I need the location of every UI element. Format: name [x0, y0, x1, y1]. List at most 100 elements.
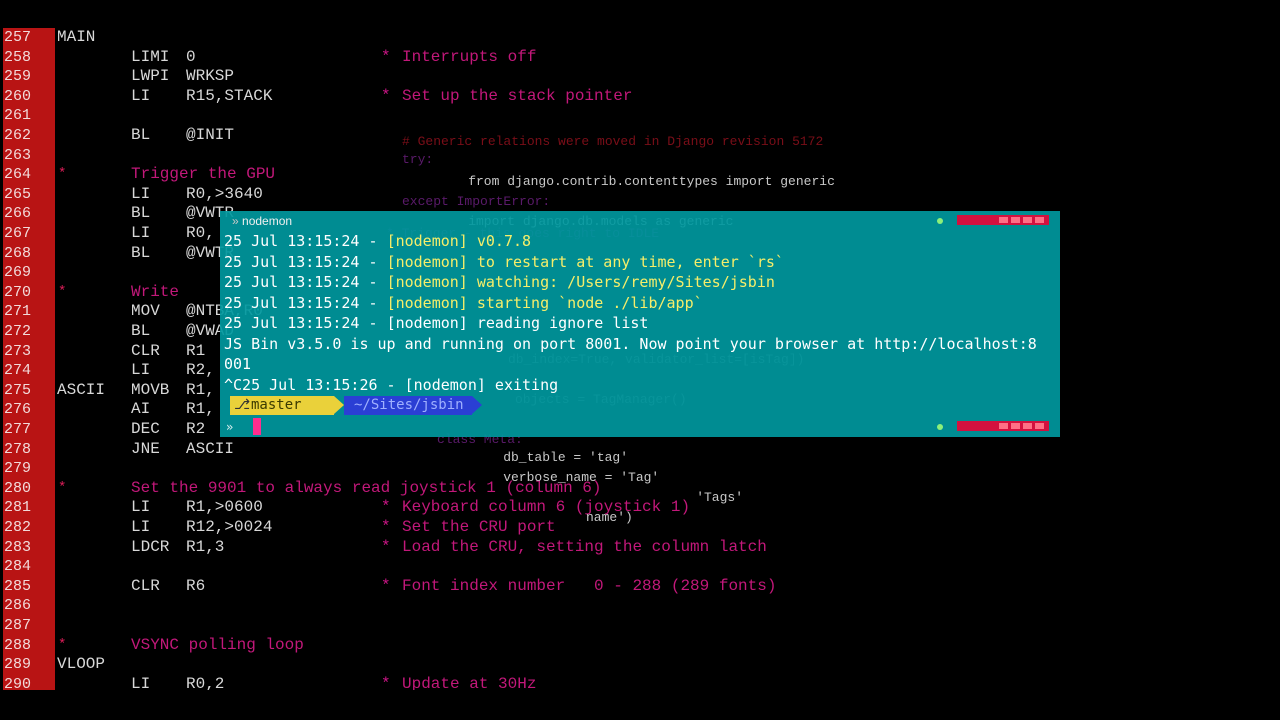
- terminal-cursor[interactable]: [253, 418, 261, 435]
- ghost-code-line: # Generic relations were moved in Django…: [402, 134, 824, 149]
- operands: R0,>3640: [186, 184, 263, 203]
- operands: R2,: [186, 361, 215, 380]
- code-line: LI R12,>0024 * Set the CRU port: [0, 518, 1280, 538]
- instruction: MOVB: [131, 380, 170, 399]
- instruction: BL: [131, 322, 151, 340]
- log-message: JS Bin v3.5.0 is up and running on port …: [224, 334, 1037, 353]
- code-line: * VSYNC polling loop: [0, 636, 1280, 656]
- operands: R1,: [186, 380, 215, 399]
- instruction: CLR: [131, 341, 160, 360]
- instruction: LI: [131, 498, 151, 517]
- code-line: MAIN: [0, 28, 1280, 48]
- terminal-line: 25 Jul 13:15:24 - [nodemon] starting `no…: [224, 293, 703, 313]
- inline-comment-marker: *: [381, 86, 391, 105]
- operands: R0,: [186, 224, 215, 242]
- prompt-path-arrow-icon: [472, 396, 482, 414]
- terminal-tab-bullet: »: [232, 214, 243, 228]
- terminal-title: » nodemon: [232, 214, 293, 228]
- comment-marker: *: [58, 479, 67, 496]
- inline-comment: Font index number 0 - 288 (289 fonts): [402, 576, 777, 595]
- instruction: CLR: [131, 576, 160, 595]
- bottom-status-bar: [957, 421, 1049, 431]
- prompt-path: ~/Sites/jsbin: [354, 397, 464, 413]
- code-label: VLOOP: [57, 655, 106, 674]
- instruction: LIMI: [131, 47, 170, 66]
- instruction: DEC: [131, 420, 160, 438]
- operands: R12,>0024: [186, 518, 273, 536]
- log-message: [nodemon] starting `node ./lib/app`: [386, 293, 703, 312]
- log-message: [nodemon] watching: /Users/remy/Sites/js…: [386, 273, 775, 291]
- instruction: LI: [131, 184, 151, 203]
- log-timestamp: 25 Jul 13:15:24 -: [224, 293, 387, 312]
- prompt-branch: master: [251, 397, 302, 413]
- inline-comment: Update at 30Hz: [402, 674, 537, 690]
- code-line: VLOOP: [0, 655, 1280, 675]
- instruction: LI: [131, 518, 151, 536]
- log-message: 001: [224, 355, 252, 373]
- operands: @INIT: [186, 126, 235, 144]
- comment-marker: *: [58, 166, 67, 183]
- terminal-line: 25 Jul 13:15:24 - [nodemon] watching: /U…: [224, 272, 775, 292]
- status-dot-icon: [937, 218, 943, 224]
- operands: R0,2: [186, 674, 225, 690]
- terminal-line: 25 Jul 13:15:24 - [nodemon] reading igno…: [224, 313, 648, 333]
- instruction: LI: [131, 361, 151, 380]
- comment-marker: *: [58, 636, 67, 653]
- section-comment: Write: [131, 282, 180, 301]
- code-line: LI R15,STACK * Set up the stack pointer: [0, 87, 1280, 107]
- operands: R2: [186, 420, 206, 438]
- code-label: MAIN: [57, 28, 96, 46]
- code-line: LDCR R1,3 * Load the CRU, setting the colum…: [0, 538, 1280, 558]
- terminal-line: JS Bin v3.5.0 is up and running on port …: [224, 334, 1037, 354]
- instruction: BL: [131, 126, 151, 144]
- code-line: LI R0,2 * Update at 30Hz: [0, 675, 1280, 690]
- terminal-line: 25 Jul 13:15:24 - [nodemon] to restart a…: [224, 252, 784, 272]
- ghost-code-line: db_table = 'tag': [472, 450, 629, 465]
- instruction: AI: [131, 400, 151, 419]
- log-message: [nodemon] v0.7.8: [386, 232, 532, 250]
- inline-comment-marker: *: [381, 674, 391, 690]
- log-timestamp: 25 Jul 13:15:24 -: [224, 273, 387, 291]
- log-message: [nodemon] to restart at any time, enter …: [386, 252, 784, 271]
- ghost-code-line: name'): [586, 510, 633, 525]
- prompt-branch-arrow-icon: [334, 396, 344, 414]
- inline-comment: Interrupts off: [402, 47, 537, 66]
- tab-status-bar: [957, 215, 1049, 225]
- log-timestamp: 25 Jul 13:15:24 -: [224, 314, 387, 332]
- operands: R6: [186, 576, 206, 595]
- prompt-arrow: »: [226, 420, 234, 434]
- inline-comment-marker: *: [381, 47, 391, 66]
- comment-marker: *: [58, 283, 67, 300]
- instruction: BL: [131, 243, 151, 262]
- ghost-code-line: from django.contrib.contenttypes import …: [437, 174, 835, 189]
- instruction: LI: [131, 86, 151, 105]
- log-message: [nodemon] exiting: [404, 375, 559, 394]
- inline-comment: Load the CRU, setting the column latch: [402, 537, 767, 556]
- operands: R1,3: [186, 537, 225, 556]
- inline-comment: Set the CRU port: [402, 518, 556, 536]
- code-line: LI R1,>0600 * Keyboard column 6 (joystick 1…: [0, 498, 1280, 518]
- branch-icon: ⎇: [234, 397, 251, 413]
- section-comment: Trigger the GPU: [131, 165, 276, 184]
- code-line: CLR R6 * Font index number 0 - 288 (289 fon…: [0, 577, 1280, 597]
- section-comment: VSYNC polling loop: [131, 635, 304, 654]
- operands: 0: [186, 47, 196, 66]
- inline-comment: Keyboard column 6 (joystick 1): [402, 498, 691, 517]
- inline-comment-marker: *: [381, 518, 391, 536]
- operands: R1: [186, 341, 206, 360]
- instruction: LI: [131, 674, 151, 690]
- status-dot-icon-bottom: [937, 424, 943, 430]
- operands: ASCII: [186, 439, 235, 458]
- inline-comment-marker: *: [381, 498, 391, 517]
- terminal-line: ^C25 Jul 13:15:26 - [nodemon] exiting: [224, 375, 558, 395]
- inline-comment-marker: *: [381, 576, 391, 595]
- operands: WRKSP: [186, 67, 235, 86]
- inline-comment-marker: *: [381, 537, 391, 556]
- instruction: MOV: [131, 302, 160, 321]
- code-line: LWPI WRKSP: [0, 67, 1280, 87]
- inline-comment: Set up the stack pointer: [402, 86, 633, 105]
